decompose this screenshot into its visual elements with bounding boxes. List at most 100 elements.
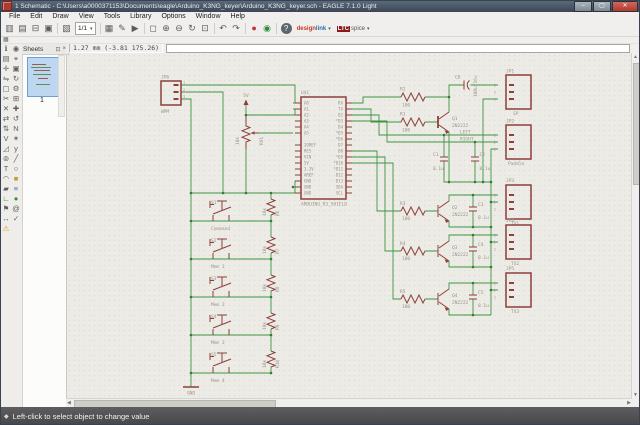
delete-icon[interactable]: ✕ [1,104,11,114]
run-ulp-icon[interactable]: ▶ [129,22,142,35]
paste-icon[interactable]: ⊞ [11,94,21,104]
script-icon[interactable]: ✎ [116,22,129,35]
menu-item-window[interactable]: Window [191,13,226,20]
show-icon[interactable]: ◉ [11,44,21,54]
name-icon[interactable]: N [11,124,21,134]
pushbutton-s2[interactable]: S2 Mem 1 [209,238,232,270]
split-icon[interactable]: y [11,144,21,154]
copy-icon[interactable]: ▣ [11,64,21,74]
resistor-r1[interactable]: R1 100 [400,112,426,134]
display-icon[interactable]: ▤ [1,54,11,64]
add-icon[interactable]: ✚ [11,104,21,114]
title-bar[interactable]: 1 Schematic - C:\Users\a0000371153\Docum… [0,0,640,12]
rotate-icon[interactable]: ↻ [11,74,21,84]
save-icon[interactable]: ▤ [16,22,29,35]
attribute-icon[interactable]: @ [11,204,21,214]
connector-jp2[interactable]: 3 2 1 JP2 Paddle [494,119,532,168]
command-line-input[interactable] [166,43,630,53]
change-icon[interactable]: ⚙ [11,84,21,94]
replace-icon[interactable]: ↺ [11,114,21,124]
menu-item-view[interactable]: View [74,13,99,20]
pinswap-icon[interactable]: ⇄ [1,114,11,124]
pull-resistors[interactable]: R6 10k R7 10k R8 10k R9 10k R10 10k [262,198,281,368]
erc-icon[interactable]: ✓ [11,214,21,224]
potentiometer-rv1[interactable]: RV1 10k [235,115,265,149]
capacitor-c6[interactable]: C6 100u/16v [455,75,479,98]
capacitor-c1[interactable]: C1 0.1u [433,152,448,172]
junction-icon[interactable]: ● [11,194,21,204]
gnd-symbol[interactable]: GND [183,386,199,397]
connector-jp1[interactable]: 3 2 1 JP1 SP [494,69,532,118]
menu-item-draw[interactable]: Draw [47,13,73,20]
close-button[interactable]: ✕ [612,0,638,12]
arc-icon[interactable]: ◠ [1,174,11,184]
text-icon[interactable]: T [1,164,11,174]
zoom-redraw-icon[interactable]: ↻ [186,22,199,35]
mark-icon[interactable]: ⌖ [11,54,21,64]
print-icon[interactable]: ⊟ [29,22,42,35]
group-icon[interactable]: ▢ [1,84,11,94]
circle-icon[interactable]: ○ [11,164,21,174]
menu-item-tools[interactable]: Tools [99,13,125,20]
schematic-canvas[interactable]: 1 2 3 JP6 WPM 5V RV1 10k U$1 ARDUINO_R3_… [66,53,633,399]
invoke-icon[interactable]: ⊚ [1,154,11,164]
pushbutton-column[interactable]: S1 Command S2 Mem 1 S3 Mem 2 S4 Mem 3 S5 Mem 4 [209,200,232,384]
go-icon[interactable]: ◉ [261,22,274,35]
gateswap-icon[interactable]: ⇅ [1,124,11,134]
cam-processor-icon[interactable]: ▣ [42,22,55,35]
rect-icon[interactable]: ■ [11,174,21,184]
bus-icon[interactable]: ≡ [11,184,21,194]
pushbutton-s5[interactable]: S5 Mem 4 [209,352,232,384]
dimension-icon[interactable]: ↔ [1,214,11,224]
smash-icon[interactable]: ✶ [11,134,21,144]
menu-item-help[interactable]: Help [226,13,250,20]
use-library-icon[interactable]: ▦ [103,22,116,35]
switch-to-board-icon[interactable]: ▧ [60,22,73,35]
move-icon[interactable]: ✛ [1,64,11,74]
ic-arduino-shield[interactable]: U$1 ARDUINO_R3_SHIELD A0A1A2A3A4A5IOREFR… [295,90,352,208]
menu-item-edit[interactable]: Edit [25,13,47,20]
tx-row-tx3[interactable]: R5 100 Q42N2222 C5 0.1u 3 2 1 JP5 TX3 [400,266,532,315]
value-icon[interactable]: V [1,134,11,144]
stop-icon[interactable]: ● [248,22,261,35]
pushbutton-s4[interactable]: S4 Mem 3 [209,314,232,346]
pushbutton-s3[interactable]: S3 Mem 2 [209,276,232,308]
net-icon[interactable]: ∟ [1,194,11,204]
designlink-button[interactable]: design link ▾ [297,26,331,32]
zoom-in-icon[interactable]: ⊕ [160,22,173,35]
sheet-thumbnail[interactable] [27,57,59,97]
zoom-out-icon[interactable]: ⊖ [173,22,186,35]
connector-jp6[interactable]: 1 2 3 JP6 WPM [160,75,185,116]
minimize-button[interactable]: – [574,0,592,12]
dock-pin-icon[interactable]: ⊡ [54,46,61,53]
menu-item-options[interactable]: Options [156,13,190,20]
resistor-r2[interactable]: R2 100 [400,87,426,109]
redo-icon[interactable]: ↷ [230,22,243,35]
zoom-fit-icon[interactable]: ◻ [147,22,160,35]
horizontal-scrollbar[interactable]: ◀ ▶ [66,398,632,408]
mirror-icon[interactable]: ⇋ [1,74,11,84]
info-icon[interactable]: ℹ [1,44,11,54]
ltspice-button[interactable]: LTC spice ▾ [336,25,370,32]
sheets-scrollbar[interactable] [58,55,65,117]
open-icon[interactable]: ▥ [3,22,16,35]
menu-item-library[interactable]: Library [125,13,156,20]
schematic-drawing[interactable]: 1 2 3 JP6 WPM 5V RV1 10k U$1 ARDUINO_R3_… [67,53,633,399]
wire-icon[interactable]: ╱ [11,154,21,164]
menu-item-file[interactable]: File [4,13,25,20]
sheet-selector-dropdown[interactable]: 1/1 ▾ [75,22,96,35]
help-icon[interactable]: ? [280,23,292,34]
errors-icon[interactable]: ⚠ [1,224,11,234]
vertical-scrollbar[interactable]: ▲ ▼ [631,53,640,399]
zoom-select-icon[interactable]: ⊡ [199,22,212,35]
maximize-button[interactable]: ▢ [593,0,611,12]
polygon-icon[interactable]: ▰ [1,184,11,194]
tx-output-rows[interactable]: R3100Q22N2222C30.1u321JP3TX1R4100Q32N222… [400,178,532,315]
capacitor-c2[interactable]: C2 0.1u [471,152,491,172]
label-icon[interactable]: ⚑ [1,204,11,214]
vscroll-thumb[interactable] [633,63,640,185]
grid-icon[interactable]: ▦ [3,36,9,43]
undo-icon[interactable]: ↶ [217,22,230,35]
cut-icon[interactable]: ✂ [1,94,11,104]
supply-5v[interactable]: 5V [243,93,249,105]
